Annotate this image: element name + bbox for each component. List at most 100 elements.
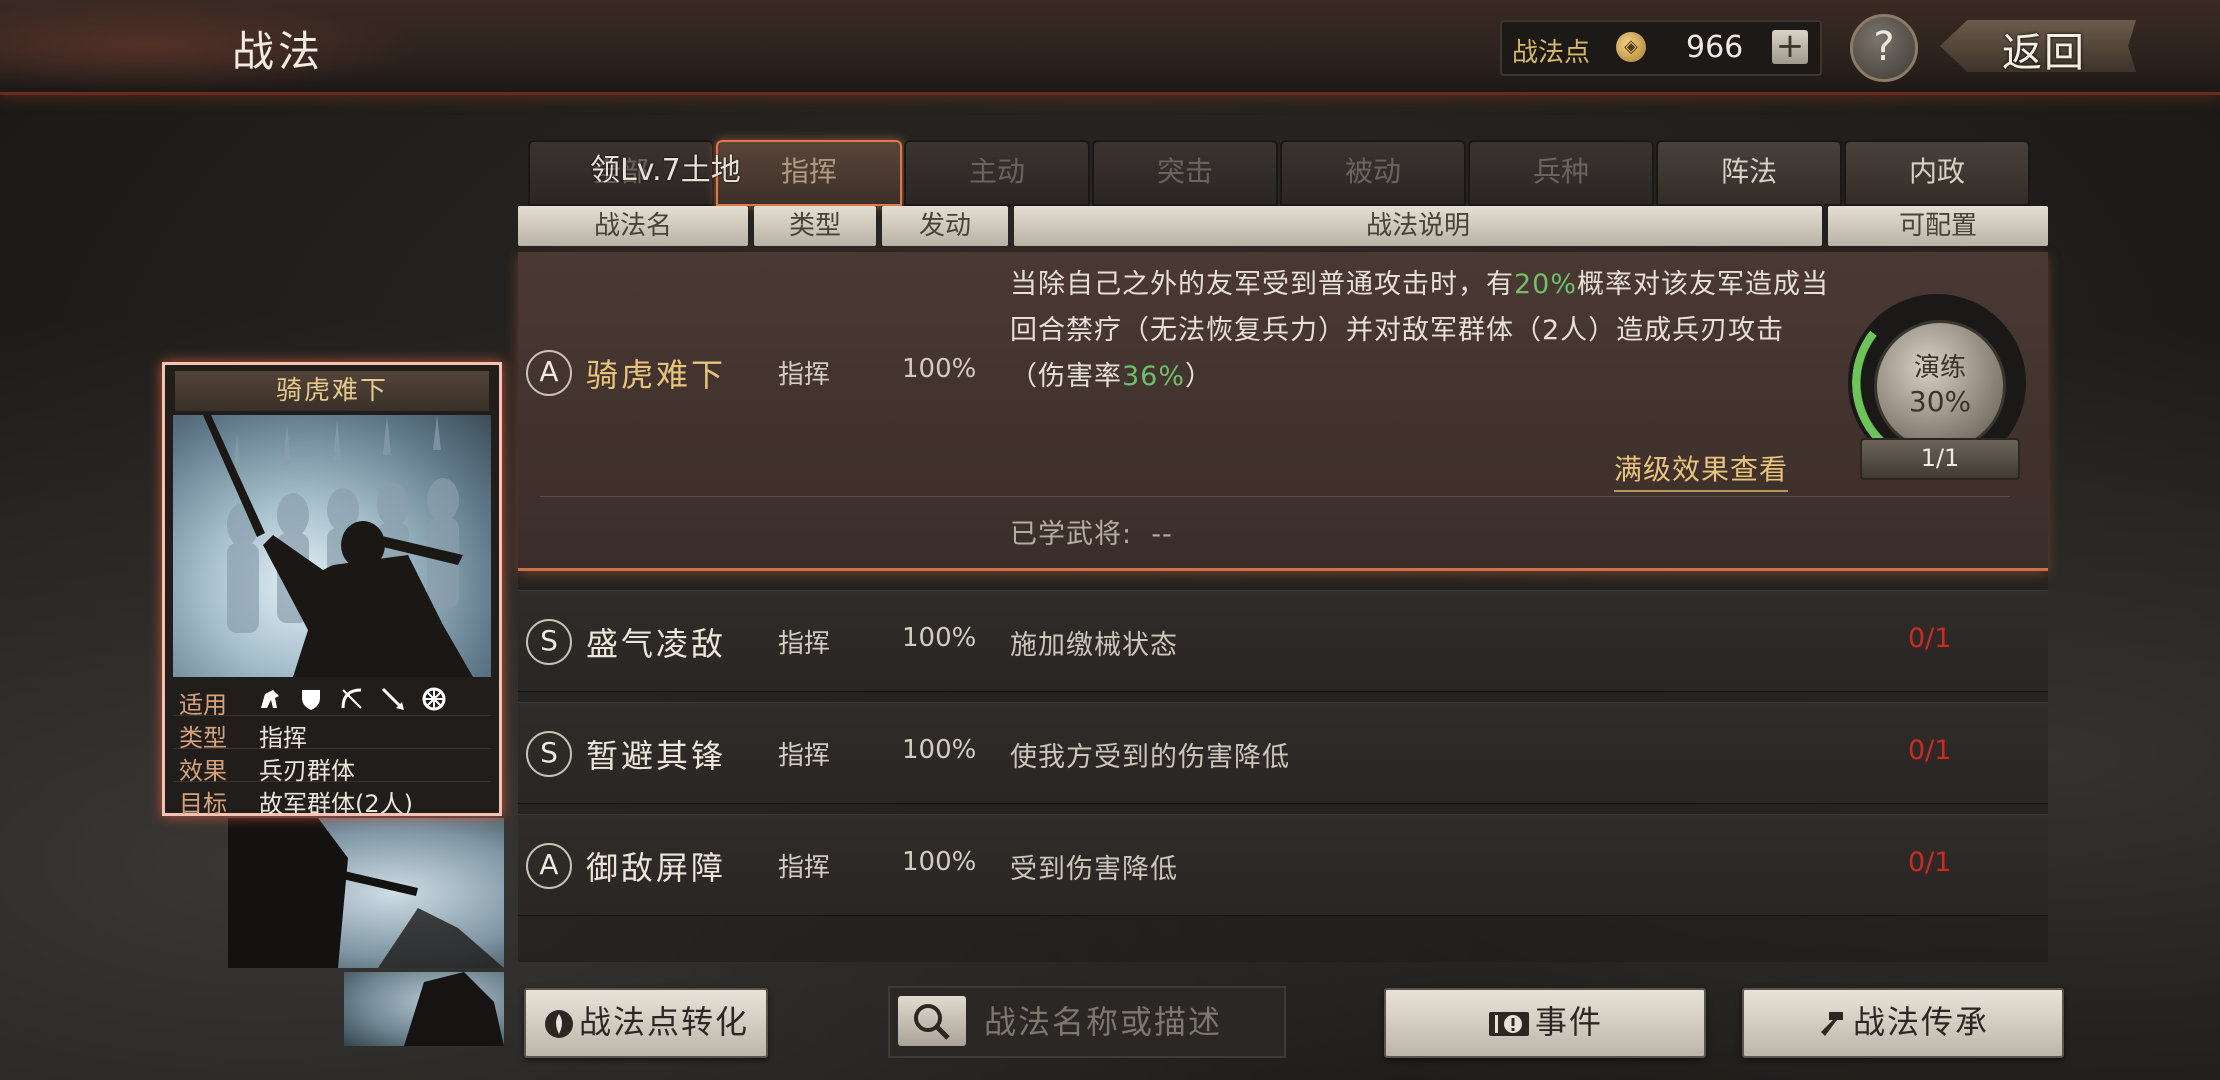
tactic-type: 指挥 — [778, 741, 831, 771]
tactic-row[interactable] — [518, 590, 2048, 692]
info-row-effect: 效果 兵刃群体 — [173, 749, 491, 785]
column-header-trigger: 发动 — [882, 206, 1008, 246]
desc-rate-1: 20% — [1514, 269, 1578, 300]
search-bar — [888, 986, 1286, 1058]
info-key: 适用 — [179, 691, 227, 719]
grade-badge: A — [526, 350, 572, 396]
info-value: 故军群体(2人) — [259, 790, 413, 818]
inherit-tactic-button[interactable]: 战法传承 — [1742, 988, 2064, 1058]
category-tabs: 全部 指挥 主动 突击 被动 兵种 阵法 内政 领Lv.7土地 — [528, 140, 2040, 206]
tab-formation[interactable]: 阵法 — [1656, 140, 1842, 206]
unit-type-icons — [257, 683, 457, 715]
tactic-row[interactable] — [518, 814, 2048, 916]
info-key: 目标 — [179, 790, 227, 818]
config-count-badge: 1/1 — [1860, 438, 2020, 480]
general-silhouette-art — [203, 415, 473, 677]
desc-rate-2: 36% — [1122, 361, 1186, 392]
search-button[interactable] — [898, 996, 966, 1046]
top-bar: 战法 战法点 ◈ 966 + ? 返回 — [0, 0, 2220, 95]
column-header-config: 可配置 — [1828, 206, 2048, 246]
learned-label: 已学武将: — [1010, 519, 1133, 550]
bow-icon — [341, 688, 362, 709]
tactic-name: 骑虎难下 — [586, 356, 727, 394]
desc-text-1: 当除自己之外的友军受到普通攻击时，有 — [1010, 269, 1514, 300]
practice-label: 演练 — [1913, 353, 1966, 383]
tactic-trigger-rate: 100% — [902, 623, 977, 653]
info-row-applicable: 适用 — [173, 683, 491, 719]
tactic-name: 暂避其锋 — [586, 737, 727, 775]
convert-points-button[interactable]: 战法点转化 — [524, 988, 768, 1058]
tactic-description: 使我方受到的伤害降低 — [1010, 742, 1290, 773]
spear-icon — [382, 687, 405, 710]
info-key: 效果 — [179, 757, 227, 785]
tab-command[interactable]: 指挥 — [716, 140, 902, 206]
desc-text-3: ） — [1185, 361, 1214, 392]
tactic-card: 骑虎难下 适用 类型 指挥 效果 兵刃群体 目标 故军群体(2人) — [162, 362, 502, 818]
tactic-type: 指挥 — [778, 629, 831, 659]
learned-value: -- — [1151, 519, 1173, 550]
back-label: 返回 — [2002, 30, 2086, 76]
practice-percent: 30% — [1908, 385, 1972, 418]
convert-points-label: 战法点转化 — [578, 1003, 749, 1041]
tactic-points-label: 战法点 — [1512, 38, 1591, 68]
tactic-trigger-rate: 100% — [902, 735, 977, 765]
shield-icon — [302, 690, 321, 710]
config-count: 0/1 — [1908, 847, 1952, 878]
info-row-target: 目标 故军群体(2人) — [173, 782, 491, 818]
tactic-description: 当除自己之外的友军受到普通攻击时，有20%概率对该友军造成当回合禁疗（无法恢复兵… — [1010, 262, 1830, 400]
tactic-description: 施加缴械状态 — [1010, 630, 1178, 661]
search-input[interactable] — [982, 998, 1276, 1046]
info-value: 指挥 — [259, 724, 307, 752]
title-ornament — [0, 0, 420, 92]
cavalry-icon — [261, 690, 279, 708]
tactic-trigger-rate: 100% — [902, 847, 977, 877]
column-header-type: 类型 — [754, 206, 876, 246]
wheel-icon — [422, 687, 446, 711]
grade-badge: S — [526, 619, 572, 665]
column-header-description: 战法说明 — [1014, 206, 1822, 246]
grade-badge: S — [526, 731, 572, 777]
tab-passive[interactable]: 被动 — [1280, 140, 1466, 206]
grade-badge: A — [526, 843, 572, 889]
tactic-points-value: 966 — [1686, 30, 1744, 65]
inherit-tactic-label: 战法传承 — [1852, 1003, 1989, 1041]
hammer-icon — [1820, 1012, 1843, 1036]
events-label: 事件 — [1534, 1003, 1603, 1041]
add-points-button[interactable]: + — [1772, 29, 1808, 64]
column-header-name: 战法名 — [518, 206, 748, 246]
tactic-point-icon: ◈ — [1616, 32, 1646, 62]
tactic-thumbnail[interactable] — [228, 818, 504, 968]
search-icon — [914, 1004, 950, 1040]
tactic-points-box: 战法点 ◈ 966 + — [1500, 20, 1822, 76]
full-level-effect-link[interactable]: 满级效果查看 — [1614, 448, 1789, 492]
page-title: 战法 — [232, 27, 325, 76]
practice-button[interactable]: 演练 30% — [1874, 320, 2006, 452]
config-count: 0/1 — [1908, 735, 1952, 766]
learned-generals: 已学武将: -- — [1010, 512, 1173, 551]
tab-overlay-text: 领Lv.7土地 — [590, 153, 741, 188]
tactic-type: 指挥 — [778, 853, 831, 883]
tab-troop[interactable]: 兵种 — [1468, 140, 1654, 206]
tactic-point-icon — [544, 1010, 573, 1038]
card-illustration — [173, 415, 491, 677]
warrior-silhouette — [404, 972, 504, 1046]
back-button[interactable]: 返回 — [1940, 14, 2140, 76]
tactic-type: 指挥 — [778, 360, 831, 390]
tactic-trigger-rate: 100% — [902, 354, 977, 384]
tab-assault[interactable]: 突击 — [1092, 140, 1278, 206]
config-count: 0/1 — [1908, 623, 1952, 654]
card-info-table: 适用 类型 指挥 效果 兵刃群体 目标 故军群体(2人) — [173, 683, 491, 818]
tactic-description: 受到伤害降低 — [1010, 854, 1178, 885]
card-title: 骑虎难下 — [175, 371, 489, 411]
warrior-silhouette — [228, 818, 504, 968]
event-book-icon — [1488, 1012, 1529, 1036]
tab-active[interactable]: 主动 — [904, 140, 1090, 206]
row-divider — [540, 496, 2010, 497]
tab-internal[interactable]: 内政 — [1844, 140, 2030, 206]
info-row-type: 类型 指挥 — [173, 716, 491, 752]
tactic-thumbnail[interactable] — [344, 972, 504, 1046]
info-value: 兵刃群体 — [259, 757, 355, 785]
events-button[interactable]: 事件 — [1384, 988, 1706, 1058]
info-key: 类型 — [179, 724, 227, 752]
help-button[interactable]: ? — [1850, 14, 1918, 82]
